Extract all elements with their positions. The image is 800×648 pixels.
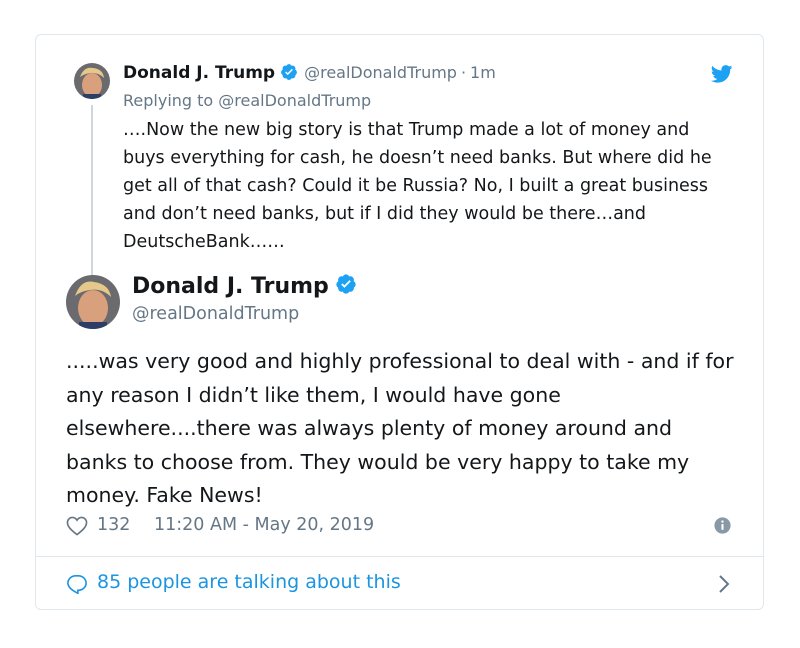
verified-badge-icon	[335, 273, 357, 301]
main-author-avatar[interactable]	[66, 275, 120, 329]
quoted-author-avatar[interactable]	[74, 63, 110, 99]
tweet-timestamp[interactable]: 11:20 AM - May 20, 2019	[154, 515, 374, 535]
replying-to-label[interactable]: Replying to @realDonaldTrump	[123, 91, 371, 110]
main-tweet-text: .....was very good and highly profession…	[66, 349, 734, 507]
tweet-embed-card: Donald J. Trump @realDonaldTrump · 1m Reply…	[35, 34, 764, 610]
talking-about-label[interactable]: 85 people are talking about this	[97, 571, 401, 593]
main-author-name[interactable]: Donald J. Trump	[132, 274, 329, 299]
heart-icon[interactable]	[66, 516, 88, 541]
twitter-bird-icon[interactable]	[710, 65, 733, 87]
quoted-author-handle[interactable]: @realDonaldTrump	[304, 63, 457, 82]
quoted-author-name[interactable]: Donald J. Trump	[123, 63, 275, 83]
main-author-name-row: Donald J. Trump	[132, 273, 357, 301]
tweet-footer: 132 11:20 AM - May 20, 2019	[66, 513, 736, 541]
info-icon[interactable]	[714, 517, 731, 539]
chevron-right-icon[interactable]	[717, 574, 731, 598]
quoted-tweet-time[interactable]: 1m	[470, 63, 496, 82]
like-count[interactable]: 132	[97, 515, 130, 535]
conversation-link[interactable]: 85 people are talking about this	[66, 570, 736, 598]
chat-bubble-icon	[66, 574, 88, 598]
quoted-tweet-header: Donald J. Trump @realDonaldTrump · 1m	[123, 63, 496, 86]
verified-badge-icon	[280, 63, 298, 86]
header-separator: ·	[460, 63, 467, 82]
quoted-tweet-text: ….Now the new big story is that Trump ma…	[123, 120, 712, 252]
footer-divider	[36, 556, 763, 557]
main-author-handle[interactable]: @realDonaldTrump	[132, 304, 299, 324]
